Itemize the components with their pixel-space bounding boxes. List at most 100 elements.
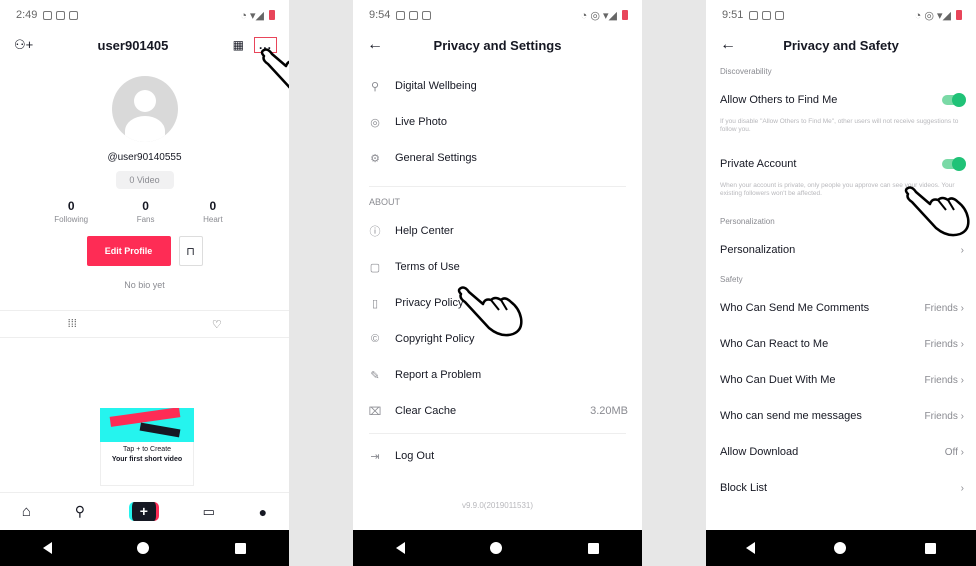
allow-find-me-note: If you disable "Allow Others to Find Me"…	[720, 118, 959, 133]
status-time: 2:49	[16, 9, 38, 21]
android-nav-bar	[353, 530, 642, 566]
user-handle: @user90140555	[107, 152, 182, 163]
chevron-right-icon: ›	[960, 302, 964, 314]
cache-size: 3.20MB	[590, 405, 628, 417]
signal-icon: ◔ ◎ ▾◢	[580, 9, 617, 22]
copyright-icon: ©	[370, 333, 380, 345]
tab-videos[interactable]: ⁞⁞⁞	[0, 311, 145, 337]
bookmark-icon: ⊓	[186, 245, 195, 258]
who-can-react-row[interactable]: Who Can React to Me Friends ›	[706, 326, 976, 362]
status-bar: 9:51 ◔ ◎ ▾◢	[706, 0, 976, 30]
private-account-row[interactable]: Private Account	[706, 146, 976, 182]
who-can-comment-row[interactable]: Who Can Send Me Comments Friends ›	[706, 290, 976, 326]
settings-item-general-settings[interactable]: ⚙ General Settings	[353, 140, 642, 176]
divider	[369, 186, 626, 187]
android-nav-bar	[706, 530, 976, 566]
promo-title: Tap + to Create	[122, 446, 172, 453]
privacy-header: ← Privacy and Safety	[706, 30, 976, 60]
block-list-row[interactable]: Block List ›	[706, 470, 976, 506]
inbox-icon[interactable]: ▭	[203, 504, 215, 520]
pointing-hand-icon	[457, 286, 523, 337]
about-section-label: ABOUT	[369, 197, 401, 207]
status-time: 9:51	[722, 9, 744, 21]
chevron-right-icon: ›	[960, 482, 964, 494]
profile-header: ⚇+ user901405 ▦ ...	[0, 30, 289, 60]
home-nav-icon[interactable]	[833, 542, 846, 554]
chevron-right-icon: ›	[960, 338, 964, 350]
signal-icon: ◔ ▾◢	[240, 9, 264, 22]
recent-apps-icon[interactable]	[235, 542, 247, 554]
stat-heart[interactable]: 0 Heart	[203, 199, 223, 224]
home-icon[interactable]: ⌂	[22, 503, 31, 520]
recent-apps-icon[interactable]	[925, 542, 937, 554]
home-nav-icon[interactable]	[490, 542, 503, 554]
qr-code-icon[interactable]: ▦	[233, 38, 244, 52]
bio-text: No bio yet	[124, 280, 165, 290]
settings-item-terms-of-use[interactable]: ▢ Terms of Use	[353, 249, 642, 285]
search-icon[interactable]: ⚲	[75, 503, 85, 520]
profile-tabs: ⁞⁞⁞ ♡	[0, 310, 289, 338]
back-nav-icon[interactable]	[42, 542, 52, 554]
video-count-badge: 0 Video	[115, 171, 174, 189]
private-account-toggle[interactable]	[942, 157, 966, 171]
settings-item-live-photo[interactable]: ◎ Live Photo	[353, 104, 642, 140]
notification-icon	[749, 10, 759, 20]
gear-icon: ⚙	[370, 152, 380, 165]
settings-item-help-center[interactable]: ⓘ Help Center	[353, 213, 642, 249]
battery-icon	[269, 10, 275, 20]
avatar[interactable]	[111, 76, 178, 142]
grid-icon: ⁞⁞⁞	[67, 318, 77, 330]
chevron-right-icon: ›	[960, 244, 964, 256]
pointing-hand-icon	[904, 186, 970, 237]
back-nav-icon[interactable]	[395, 542, 405, 554]
pencil-icon: ✎	[370, 369, 380, 382]
version-text: v9.9.0(2019011531)	[461, 501, 534, 510]
signal-icon: ◔ ◎ ▾◢	[914, 9, 951, 22]
promo-subtitle: Your first short video	[111, 456, 183, 463]
stat-following[interactable]: 0 Following	[54, 199, 88, 224]
notification-icon	[56, 10, 66, 20]
recent-apps-icon[interactable]	[588, 542, 600, 554]
live-photo-icon: ◎	[370, 116, 380, 129]
profile-icon[interactable]: ●	[259, 504, 267, 520]
chevron-right-icon: ›	[960, 410, 964, 422]
allow-find-me-toggle[interactable]	[942, 93, 966, 107]
page-title: Privacy and Safety	[783, 37, 899, 53]
logout-icon: ⇥	[370, 450, 380, 463]
notification-icon	[69, 10, 79, 20]
allow-download-row[interactable]: Allow Download Off ›	[706, 434, 976, 470]
logout-button[interactable]: ⇥ Log Out	[353, 438, 642, 474]
settings-item-digital-wellbeing[interactable]: ⚲ Digital Wellbeing	[353, 68, 642, 104]
who-can-duet-row[interactable]: Who Can Duet With Me Friends ›	[706, 362, 976, 398]
create-promo-card[interactable]: Tap + to Create Your first short video	[100, 408, 194, 486]
heart-icon: ♡	[211, 318, 222, 331]
discoverability-section-label: Discoverability	[720, 66, 772, 76]
who-can-message-row[interactable]: Who can send me messages Friends ›	[706, 398, 976, 434]
add-friend-icon[interactable]: ⚇+	[14, 37, 33, 53]
settings-header: ← Privacy and Settings	[353, 30, 642, 60]
create-button[interactable]: +	[128, 502, 159, 521]
home-nav-icon[interactable]	[137, 542, 150, 554]
notification-icon	[396, 10, 406, 20]
notification-icon	[422, 10, 432, 20]
tab-liked[interactable]: ♡	[145, 311, 290, 337]
question-icon: ⓘ	[369, 226, 381, 238]
edit-profile-button[interactable]: Edit Profile	[86, 236, 171, 266]
stat-fans[interactable]: 0 Fans	[137, 199, 155, 224]
privacy-safety-screen: 9:51 ◔ ◎ ▾◢ ← Privacy and Safety Discove…	[706, 0, 976, 566]
chevron-right-icon: ›	[960, 446, 964, 458]
settings-item-report-problem[interactable]: ✎ Report a Problem	[353, 357, 642, 393]
bookmark-button[interactable]: ⊓	[178, 236, 203, 266]
battery-icon	[622, 10, 628, 20]
notification-icon	[762, 10, 772, 20]
profile-stats: 0 Following 0 Fans 0 Heart	[0, 199, 289, 224]
back-nav-icon[interactable]	[745, 542, 755, 554]
chevron-right-icon: ›	[960, 374, 964, 386]
status-bar: 9:54 ◔ ◎ ▾◢	[353, 0, 642, 30]
page-title: Privacy and Settings	[433, 37, 562, 53]
allow-find-me-row[interactable]: Allow Others to Find Me	[706, 82, 976, 118]
settings-item-clear-cache[interactable]: ⌧ Clear Cache 3.20MB	[353, 393, 642, 429]
privacy-icon: ▯	[371, 297, 379, 310]
safety-section-label: Safety	[720, 274, 743, 284]
settings-list: ⚲ Digital Wellbeing ◎ Live Photo ⚙ General …	[353, 60, 642, 474]
